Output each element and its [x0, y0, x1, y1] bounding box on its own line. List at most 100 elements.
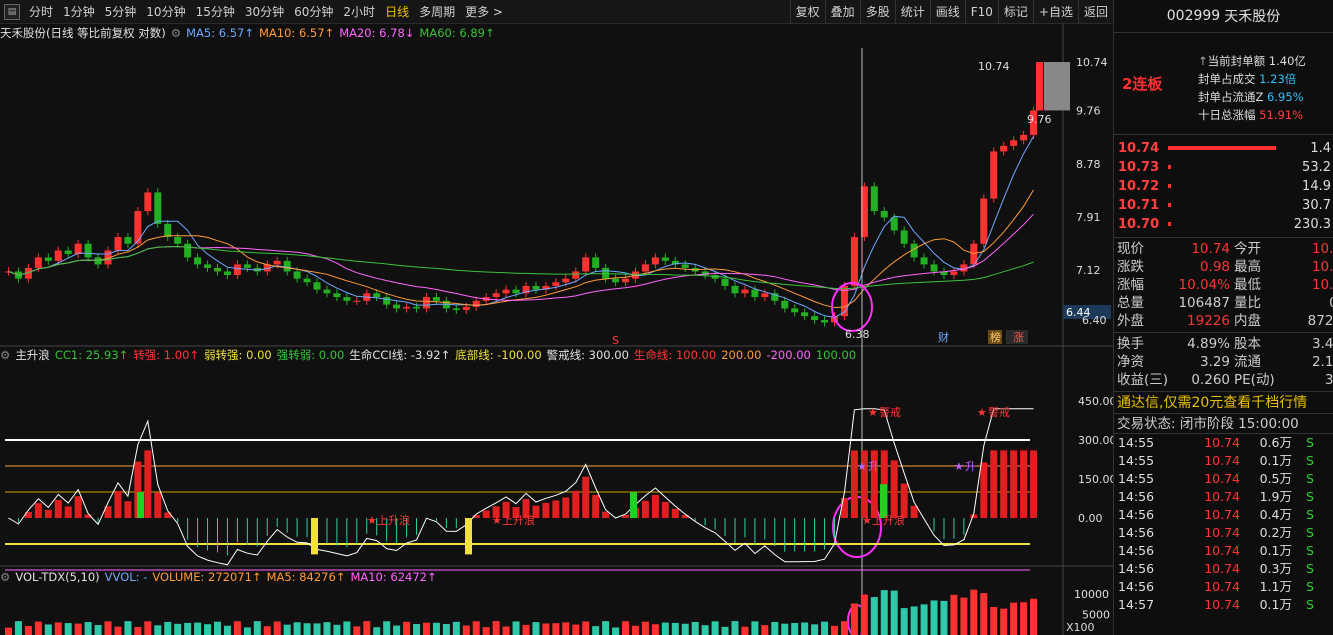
vol-bar: [950, 594, 958, 635]
low-label: 6.38: [845, 328, 870, 341]
period-tab[interactable]: 多周期: [414, 0, 460, 24]
indicator-legend: ⚙ 主升浪 CC1: 25.93↑ 转强: 1.00↑ 弱转强: 0.00 强转弱: 0.…: [0, 347, 861, 363]
candle: [323, 289, 331, 294]
vol-bar: [44, 624, 52, 635]
ad-banner[interactable]: 通达信,仅需20元查看千档行情: [1114, 392, 1333, 414]
vol-bar: [671, 622, 679, 635]
period-tab[interactable]: 15分钟: [191, 0, 240, 24]
quote-panel: 002999 天禾股份 2连板 ↑当前封单额 1.40亿 封单占成交 1.23倍 …: [1113, 0, 1333, 635]
period-tab[interactable]: 10分钟: [141, 0, 190, 24]
seal-val: 6.95%: [1267, 90, 1304, 104]
tick-vol: 1.1万: [1259, 579, 1292, 594]
candle: [134, 211, 142, 244]
ind-bar: [602, 511, 610, 518]
candle: [283, 260, 291, 272]
ind-bar: [980, 462, 988, 518]
period-tab[interactable]: 5分钟: [100, 0, 142, 24]
vol-bar: [651, 624, 659, 635]
vol-bar: [134, 626, 142, 635]
toolbar-button[interactable]: 标记: [997, 0, 1033, 24]
ind-bar: [582, 476, 590, 518]
vol-bar: [731, 621, 739, 635]
vol-bar: [522, 624, 530, 635]
ob-vol: 14.9: [1302, 179, 1331, 194]
vol-bar: [502, 626, 510, 635]
ind-bar: [671, 508, 679, 518]
toolbar-button[interactable]: 统计: [894, 0, 930, 24]
quote-key2: 今开: [1234, 241, 1261, 257]
toolbar-button[interactable]: F10: [964, 0, 998, 24]
period-tab[interactable]: 60分钟: [289, 0, 338, 24]
quote-val: 0.260: [1191, 372, 1230, 388]
tick-row: 14:56 10.74 1.9万 S: [1114, 488, 1333, 506]
candle: [651, 257, 659, 265]
price-tick: 8.78: [1076, 158, 1101, 171]
period-tab[interactable]: 分时: [24, 0, 58, 24]
toolbar-button[interactable]: 返回: [1077, 0, 1113, 24]
l200-legend: 200.00: [721, 348, 762, 362]
cci-legend: 生命CCI线: -3.92↑: [349, 348, 451, 362]
qzr-legend: 强转弱: 0.00: [276, 348, 345, 362]
ind-bar: [572, 490, 580, 518]
candle: [562, 278, 570, 283]
tag-label: 上升浪: [502, 513, 535, 527]
vol-bar: [164, 621, 172, 635]
candle: [34, 257, 42, 268]
ob-price: 10.72: [1118, 179, 1160, 194]
period-tab[interactable]: 更多 >: [460, 0, 508, 24]
period-tab[interactable]: 30分钟: [240, 0, 289, 24]
candle: [1000, 145, 1008, 152]
candle: [801, 312, 809, 317]
vol-bar: [771, 621, 779, 635]
tick-row: 14:55 10.74 0.5万 S: [1114, 470, 1333, 488]
prev-label: 9.76: [1027, 113, 1052, 126]
vol-bar: [24, 625, 32, 635]
candle: [1010, 140, 1018, 146]
orderbook: 10.74 1.4 10.73 53.2 10.72 14.9 10.71 30.7 10.70…: [1114, 135, 1333, 238]
seal-key: 当前封单额: [1207, 54, 1266, 68]
candle: [74, 243, 82, 254]
toolbar-actions: 复权 叠加 多股 统计 画线 F10 标记 +自选 返回: [789, 0, 1113, 24]
candle: [44, 257, 52, 261]
ind-bar: [651, 494, 659, 518]
candle: [343, 297, 351, 301]
ind-bar: [970, 514, 978, 518]
vol-bar: [144, 621, 152, 635]
kline-chart[interactable]: 10.749.768.787.917.126.446.4010.749.766.…: [0, 24, 1113, 635]
period-tab[interactable]: 1分钟: [58, 0, 100, 24]
toolbar-button[interactable]: 画线: [929, 0, 965, 24]
ob-price: 10.73: [1118, 160, 1160, 175]
quote-row: 现价 10.74今开 10.7: [1114, 240, 1333, 258]
star-icon: ★: [367, 514, 377, 527]
stock-name: 天禾股份: [1224, 9, 1281, 25]
vol-bar: [860, 594, 868, 635]
candle: [920, 257, 928, 265]
quote-val: 10.74: [1191, 241, 1230, 257]
vol-bar: [194, 622, 202, 635]
toolbar-button[interactable]: 复权: [789, 0, 825, 24]
toolbar-button[interactable]: 叠加: [824, 0, 860, 24]
vol-bar: [253, 621, 261, 635]
chart-area[interactable]: 10.74 9.76 8.78 7.91 7.12 6.44 6.40 10.74 9.76 6.…: [0, 24, 1113, 635]
quote-key2: 股本: [1234, 336, 1261, 352]
vol-bar: [323, 622, 331, 635]
price-tick: 9.76: [1076, 104, 1101, 117]
toolbar-button[interactable]: 多股: [859, 0, 895, 24]
limit-board-label: 2连板: [1122, 75, 1163, 93]
volume-value: VOLUME: 272071↑: [152, 570, 262, 584]
ob-vol: 1.4: [1310, 141, 1331, 156]
settings-icon[interactable]: ⚙: [0, 570, 10, 584]
tick-list[interactable]: 14:55 10.74 0.6万 S 14:55 10.74 0.1万 S 14:55 10.74…: [1114, 434, 1333, 614]
ob-bar: [1168, 146, 1276, 150]
vol-bar: [413, 624, 421, 635]
ind-bar: [144, 450, 152, 518]
toolbar-button[interactable]: +自选: [1032, 0, 1078, 24]
settings-icon[interactable]: ⚙: [171, 26, 181, 40]
seal-key: 十日总涨幅: [1198, 108, 1256, 122]
ob-bar: [1168, 222, 1171, 226]
tick-vol: 0.1万: [1259, 543, 1292, 558]
menu-icon[interactable]: ▤: [4, 3, 20, 20]
settings-icon[interactable]: ⚙: [0, 348, 10, 362]
period-tab[interactable]: 日线: [380, 0, 414, 24]
period-tab[interactable]: 2小时: [338, 0, 380, 24]
